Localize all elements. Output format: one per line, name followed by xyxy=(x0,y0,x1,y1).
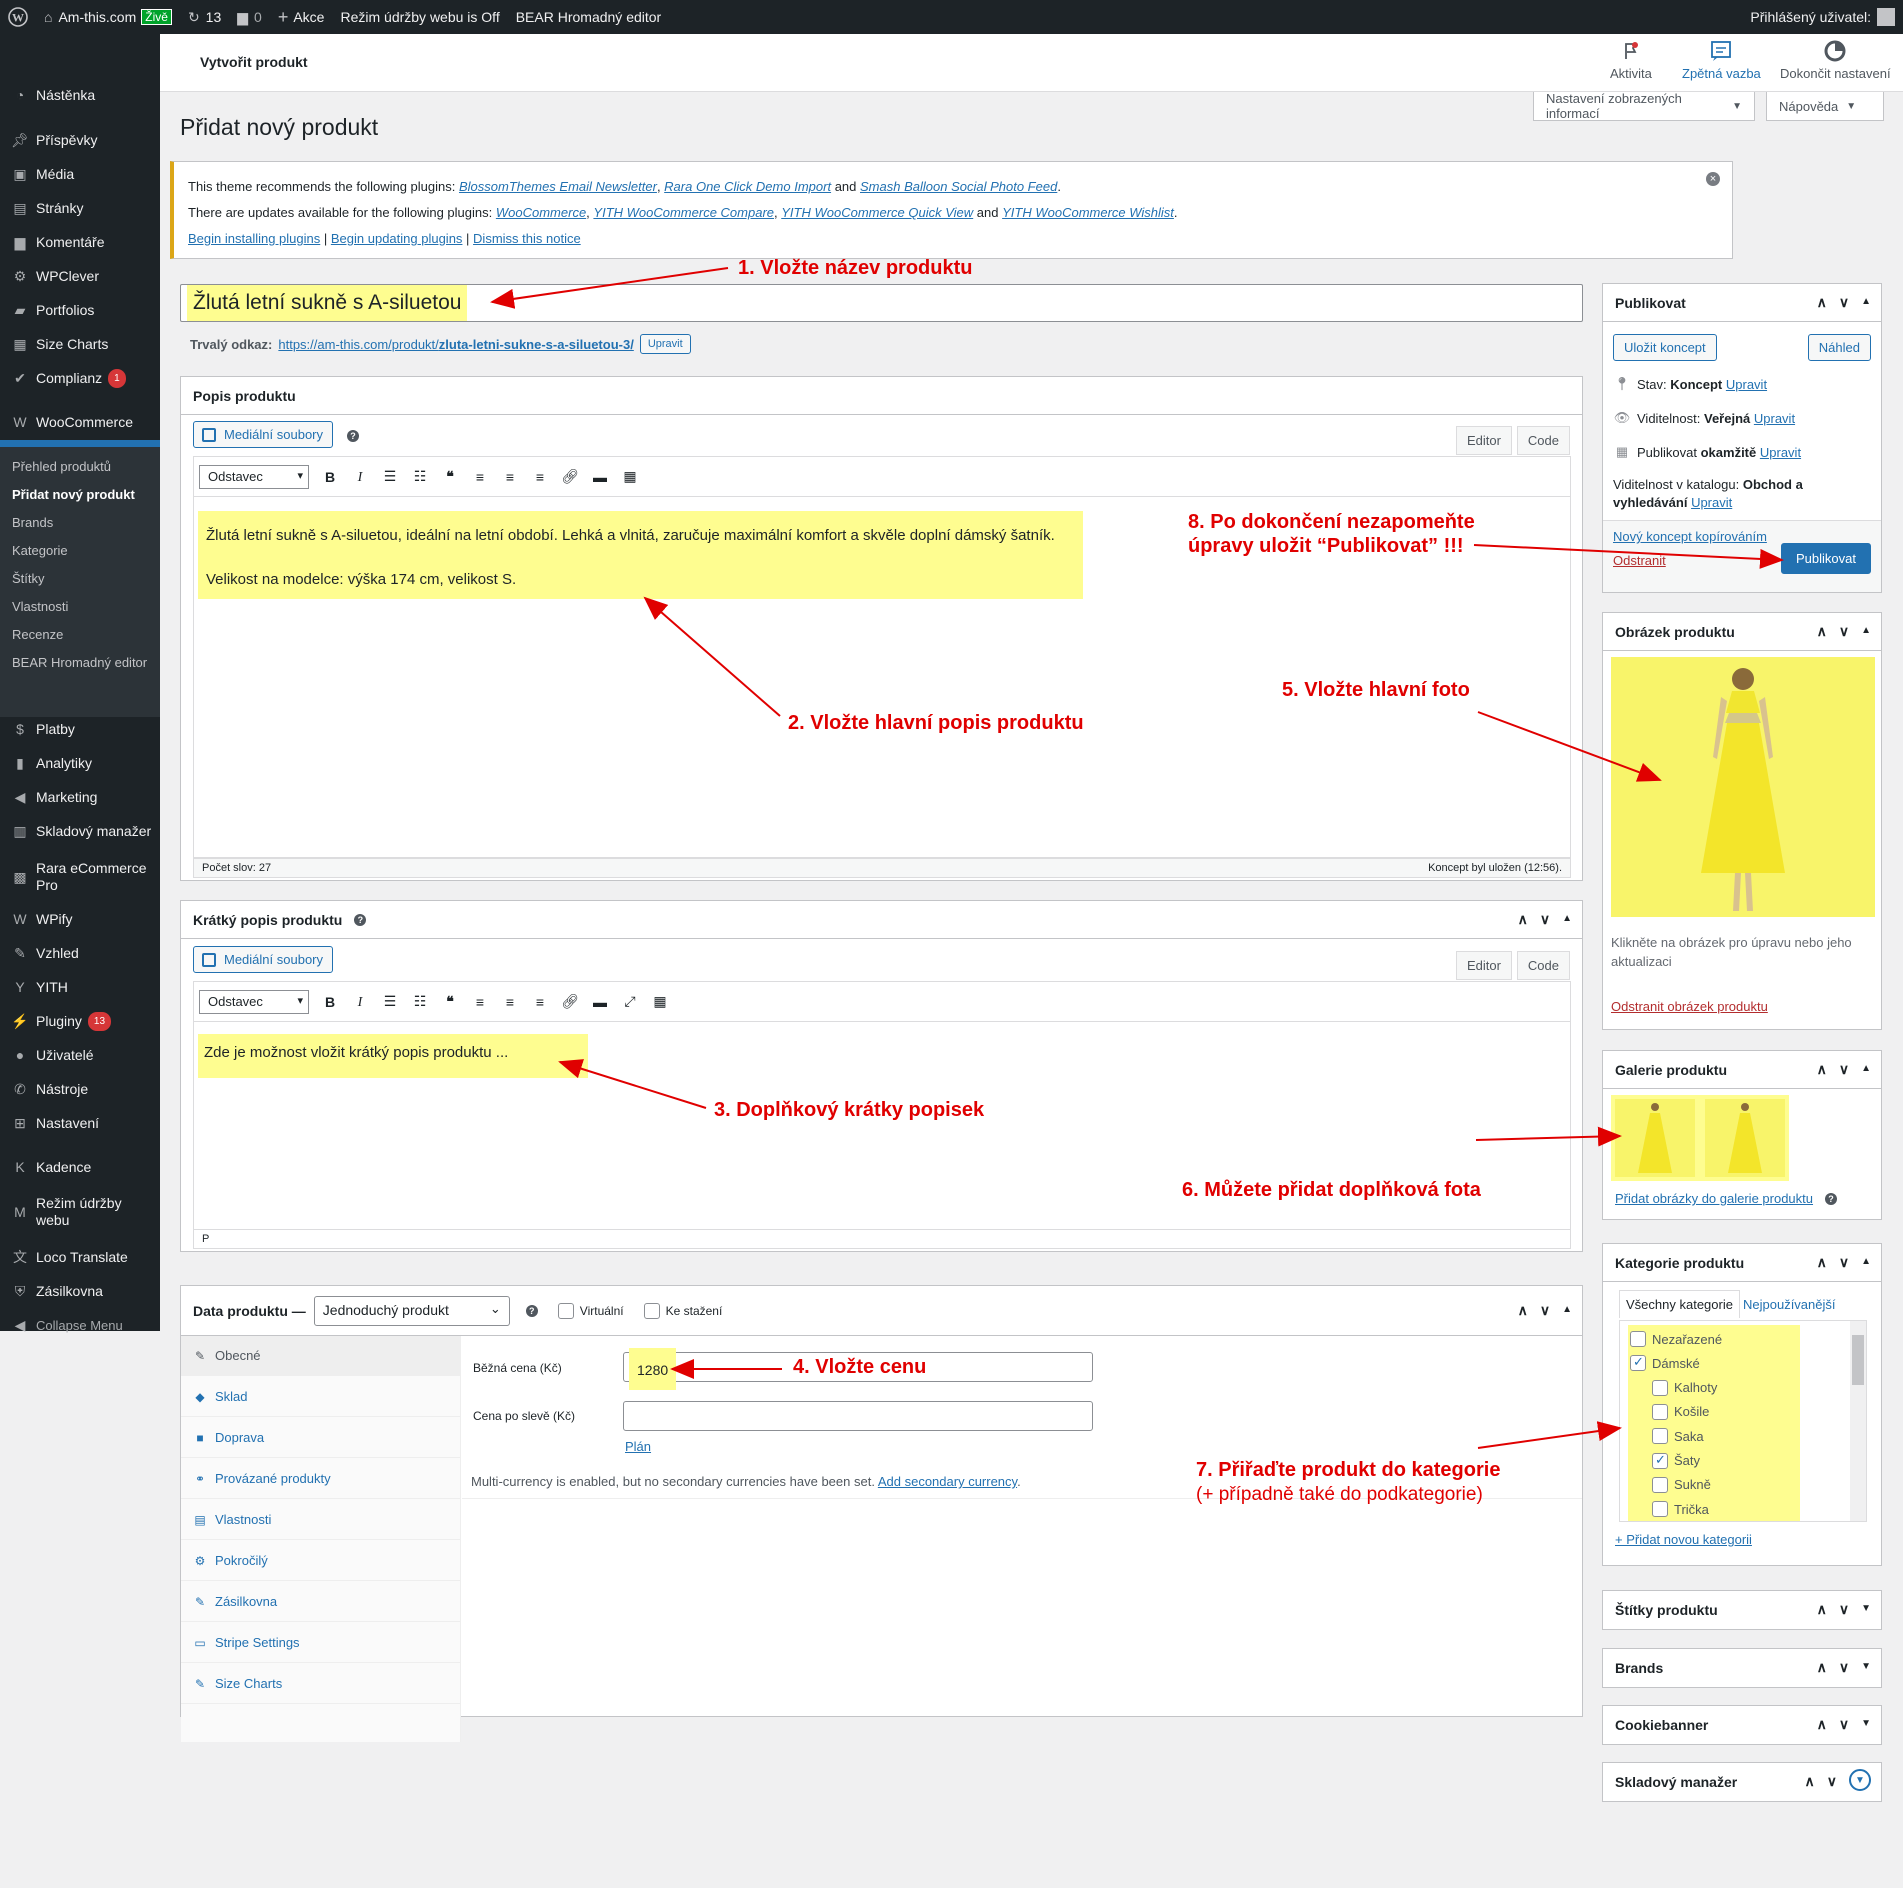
annotation-1: 1. Vložte název produktu xyxy=(738,257,973,279)
annotation-7: 7. Přiřaďte produkt do kategorie xyxy=(1196,1459,1501,1481)
annotation-8-line1: 8. Po dokončení nezapomeňte xyxy=(1188,511,1475,533)
annotation-8-line2: úpravy uložit “Publikovat” !!! xyxy=(1188,535,1464,557)
annotation-7-sub: (+ případně také do podkategorie) xyxy=(1196,1484,1483,1505)
annotation-2: 2. Vložte hlavní popis produktu xyxy=(788,712,1084,734)
annotation-arrows xyxy=(490,267,1784,1449)
annotation-5: 5. Vložte hlavní foto xyxy=(1282,679,1470,701)
annotation-4: 4. Vložte cenu xyxy=(793,1356,927,1378)
annotation-6: 6. Můžete přidat doplňková fota xyxy=(1182,1179,1481,1201)
annotation-3: 3. Doplňkový krátky popisek xyxy=(714,1099,985,1121)
